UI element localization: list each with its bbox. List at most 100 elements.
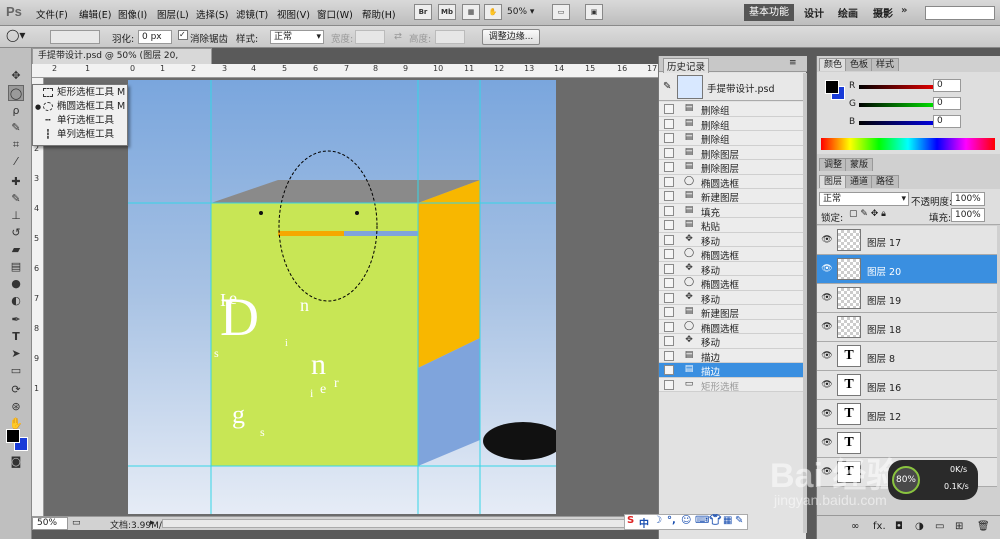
height-input[interactable] [435,30,465,44]
feather-input[interactable]: 0 px [138,30,172,44]
crop-tool-icon[interactable]: ⌗ [8,137,24,153]
zoom-dropdown[interactable]: 50% ▾ [507,7,534,17]
layer-row[interactable]: 👁︎ 图层 18 [817,313,997,342]
canvas[interactable]: D I e n s i n i e r g s [128,80,556,514]
workspace-design[interactable]: 设计 [804,5,824,20]
tab-layers[interactable]: 图层 [819,175,848,188]
minibridge-button[interactable]: Mb [438,4,456,20]
refine-edge-button[interactable]: 调整边缘... [482,29,540,45]
menu-image[interactable]: 图像(I) [118,7,147,21]
foreground-color-swatch[interactable] [6,429,20,443]
screen-mode-icon[interactable]: ▣ [585,4,603,20]
history-item[interactable]: ▤ 删除图层 [659,145,803,161]
history-item[interactable]: ◯ 椭圆选框 [659,319,803,335]
history-item[interactable]: ▤ 新建图层 [659,305,803,320]
menu-select[interactable]: 选择(S) [196,7,228,21]
menu-view[interactable]: 视图(V) [277,7,310,21]
search-field[interactable] [925,6,995,20]
history-checkbox[interactable] [664,118,674,129]
path-select-icon[interactable]: ➤ [8,346,24,362]
clone-stamp-icon[interactable]: ⊥ [8,208,24,224]
eye-icon[interactable]: 👁︎ [821,235,833,245]
history-item[interactable]: ✥ 移动 [659,232,803,248]
ime-emoji-icon[interactable]: ☺ [681,515,691,526]
workspace-more-icon[interactable]: » [901,5,907,16]
history-checkbox[interactable] [664,205,674,216]
ime-moon-icon[interactable]: ☽ [653,515,662,526]
flyout-rect-marquee[interactable]: 矩形选框工具 M [33,86,127,100]
panel-menu-icon[interactable]: ≡ [789,58,797,68]
lasso-tool-icon[interactable]: ρ [8,103,24,119]
g-value[interactable]: 0 [933,97,961,110]
pen-tool-icon[interactable]: ✒ [8,312,24,328]
extras-icon[interactable]: ▦ [462,4,480,20]
new-layer-icon[interactable]: ⊞ [955,521,963,532]
eye-icon[interactable]: 👁︎ [821,322,833,332]
type-tool-icon[interactable]: T [8,329,24,345]
layer-row[interactable]: 👁︎ T 图层 12 [817,400,997,429]
eye-icon[interactable]: 👁︎ [821,409,833,419]
eye-icon[interactable]: 👁︎ [821,264,833,274]
history-checkbox[interactable] [664,350,674,361]
brush-tool-icon[interactable]: ✎ [8,191,24,207]
menu-filter[interactable]: 滤镜(T) [236,7,268,21]
zoom-field[interactable]: 50% [32,517,68,530]
history-item[interactable]: ✥ 移动 [659,261,803,277]
history-item[interactable]: ✥ 移动 [659,290,803,306]
history-item[interactable]: ▤ 粘贴 [659,218,803,233]
history-item[interactable]: ▤ 删除组 [659,102,803,117]
hand-icon[interactable]: ✋ [484,4,502,20]
tab-styles[interactable]: 样式 [871,58,900,71]
ime-toolbar[interactable]: S 中 ☽ °, ☺ ⌨ 👕︎ ▦ ✎ [624,514,748,530]
tab-swatches[interactable]: 色板 [845,58,874,71]
flyout-row-marquee[interactable]: ┅ 单行选框工具 [33,114,127,128]
history-item[interactable]: ▤ 描边 [659,363,803,378]
3d-orbit-icon[interactable]: ⊛ [8,399,24,415]
eyedropper-icon[interactable]: ⁄ [8,154,24,170]
flyout-column-marquee[interactable]: ┇ 单列选框工具 [33,128,127,142]
history-item[interactable]: ▤ 填充 [659,203,803,219]
tab-color[interactable]: 颜色 [819,58,848,71]
fill-input[interactable]: 100% [951,208,985,222]
history-checkbox[interactable] [664,278,674,288]
layer-row[interactable]: 👁︎ T 图层 8 [817,342,997,371]
eye-icon[interactable]: 👁︎ [821,293,833,303]
menu-help[interactable]: 帮助(H) [362,7,396,21]
history-item[interactable]: ▤ 删除组 [659,116,803,132]
history-tab[interactable]: 历史记录 [663,58,710,74]
history-checkbox[interactable] [664,162,674,172]
history-checkbox[interactable] [664,249,674,259]
opacity-input[interactable]: 100% [951,192,985,206]
style-select[interactable]: 正常 ▾ [270,30,324,44]
layer-row[interactable]: 👁︎ T 图层 16 [817,371,997,400]
fx-icon[interactable]: fx. [873,521,886,532]
history-checkbox[interactable] [664,133,674,143]
history-checkbox[interactable] [664,307,674,317]
menu-layer[interactable]: 图层(L) [157,7,189,21]
history-checkbox[interactable] [664,292,674,303]
menu-window[interactable]: 窗口(W) [317,7,353,21]
selection-mode-icons[interactable] [50,30,100,44]
antialias-checkbox[interactable]: ✓ [178,30,188,40]
history-brush-source-icon[interactable]: ✎ [663,81,671,92]
adjustment-layer-icon[interactable]: ◑ [915,521,924,532]
history-item[interactable]: ✥ 移动 [659,334,803,349]
quick-select-icon[interactable]: ✎ [8,120,24,136]
bridge-button[interactable]: Br [414,4,432,20]
new-group-icon[interactable]: ▭ [935,521,944,532]
history-checkbox[interactable] [664,147,674,158]
blur-tool-icon[interactable]: ● [8,276,24,292]
ime-shirt-icon[interactable]: 👕︎ [709,515,722,526]
horizontal-scrollbar[interactable] [162,519,642,528]
status-menu-icon[interactable]: ▭ [72,518,81,528]
color-spectrum[interactable] [821,138,995,150]
history-checkbox[interactable] [664,191,674,201]
healing-brush-icon[interactable]: ✚ [8,174,24,190]
tab-paths[interactable]: 路径 [871,175,900,188]
history-checkbox[interactable] [664,176,674,187]
arrange-icon[interactable]: ▭ [552,4,570,20]
flyout-ellipse-marquee[interactable]: ● 椭圆选框工具 M [33,100,127,114]
eye-icon[interactable]: 👁︎ [821,351,833,361]
document-tab[interactable]: 手提带设计.psd @ 50% (图层 20, RGB/8) * × [32,48,212,75]
history-checkbox[interactable] [664,263,674,274]
